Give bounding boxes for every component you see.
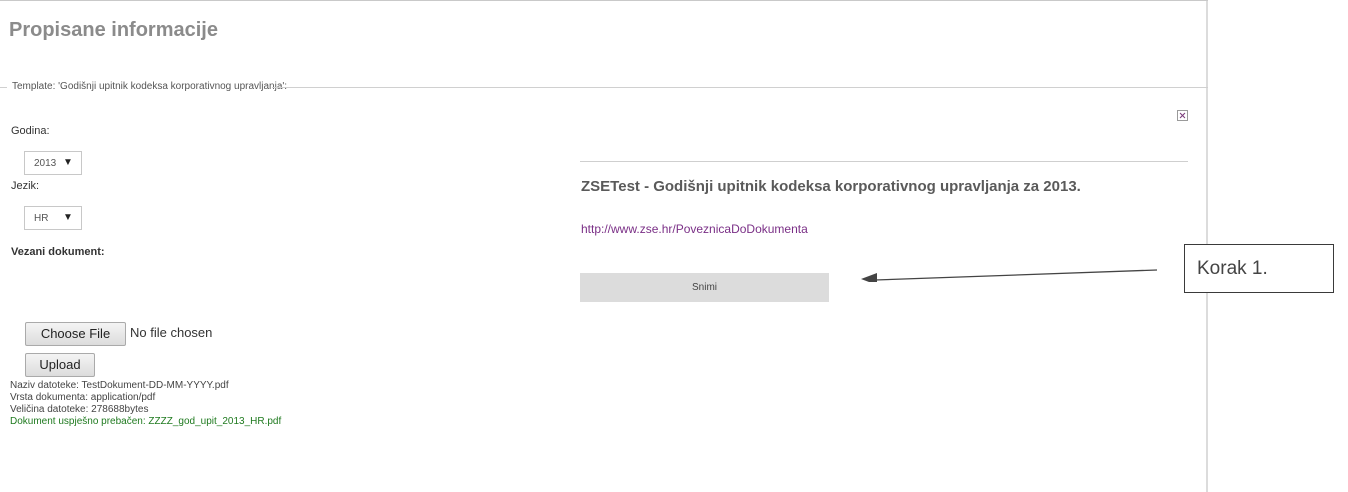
template-legend: Template: 'Godišnji upitnik kodeksa korp… — [12, 81, 288, 92]
language-select-value: HR — [34, 213, 49, 224]
file-size-info: Veličina datoteke: 278688bytes — [10, 404, 149, 415]
upload-button[interactable]: Upload — [25, 353, 95, 377]
year-select-value: 2013 — [34, 158, 57, 169]
save-button[interactable]: Snimi — [580, 273, 829, 302]
file-name-info: Naziv datoteke: TestDokument-DD-MM-YYYY.… — [10, 380, 229, 391]
preview-divider — [580, 161, 1188, 162]
upload-success-message: Dokument uspješno prebačen: ZZZZ_god_upi… — [10, 416, 282, 427]
close-icon[interactable] — [1177, 110, 1188, 121]
arrow-icon — [861, 269, 1157, 282]
linked-document-label: Vezani dokument: — [11, 246, 105, 258]
panel-top-border — [0, 0, 1208, 1]
language-label: Jezik: — [11, 180, 40, 192]
document-title: ZSETest - Godišnji upitnik kodeksa korpo… — [581, 178, 1081, 195]
step-callout: Korak 1. — [1184, 244, 1334, 293]
chevron-down-icon: ▼ — [63, 157, 73, 168]
no-file-text: No file chosen — [130, 325, 213, 340]
chevron-down-icon: ▼ — [63, 212, 73, 223]
fieldset-border-left — [0, 87, 7, 88]
document-link[interactable]: http://www.zse.hr/PoveznicaDoDokumenta — [581, 222, 808, 236]
year-label: Godina: — [11, 125, 50, 137]
page-title: Propisane informacije — [9, 19, 218, 41]
choose-file-button[interactable]: Choose File — [25, 322, 126, 346]
year-select[interactable]: 2013 ▼ — [24, 151, 82, 175]
language-select[interactable]: HR ▼ — [24, 206, 82, 230]
fieldset-border-right — [272, 87, 1208, 88]
file-type-info: Vrsta dokumenta: application/pdf — [10, 392, 156, 403]
